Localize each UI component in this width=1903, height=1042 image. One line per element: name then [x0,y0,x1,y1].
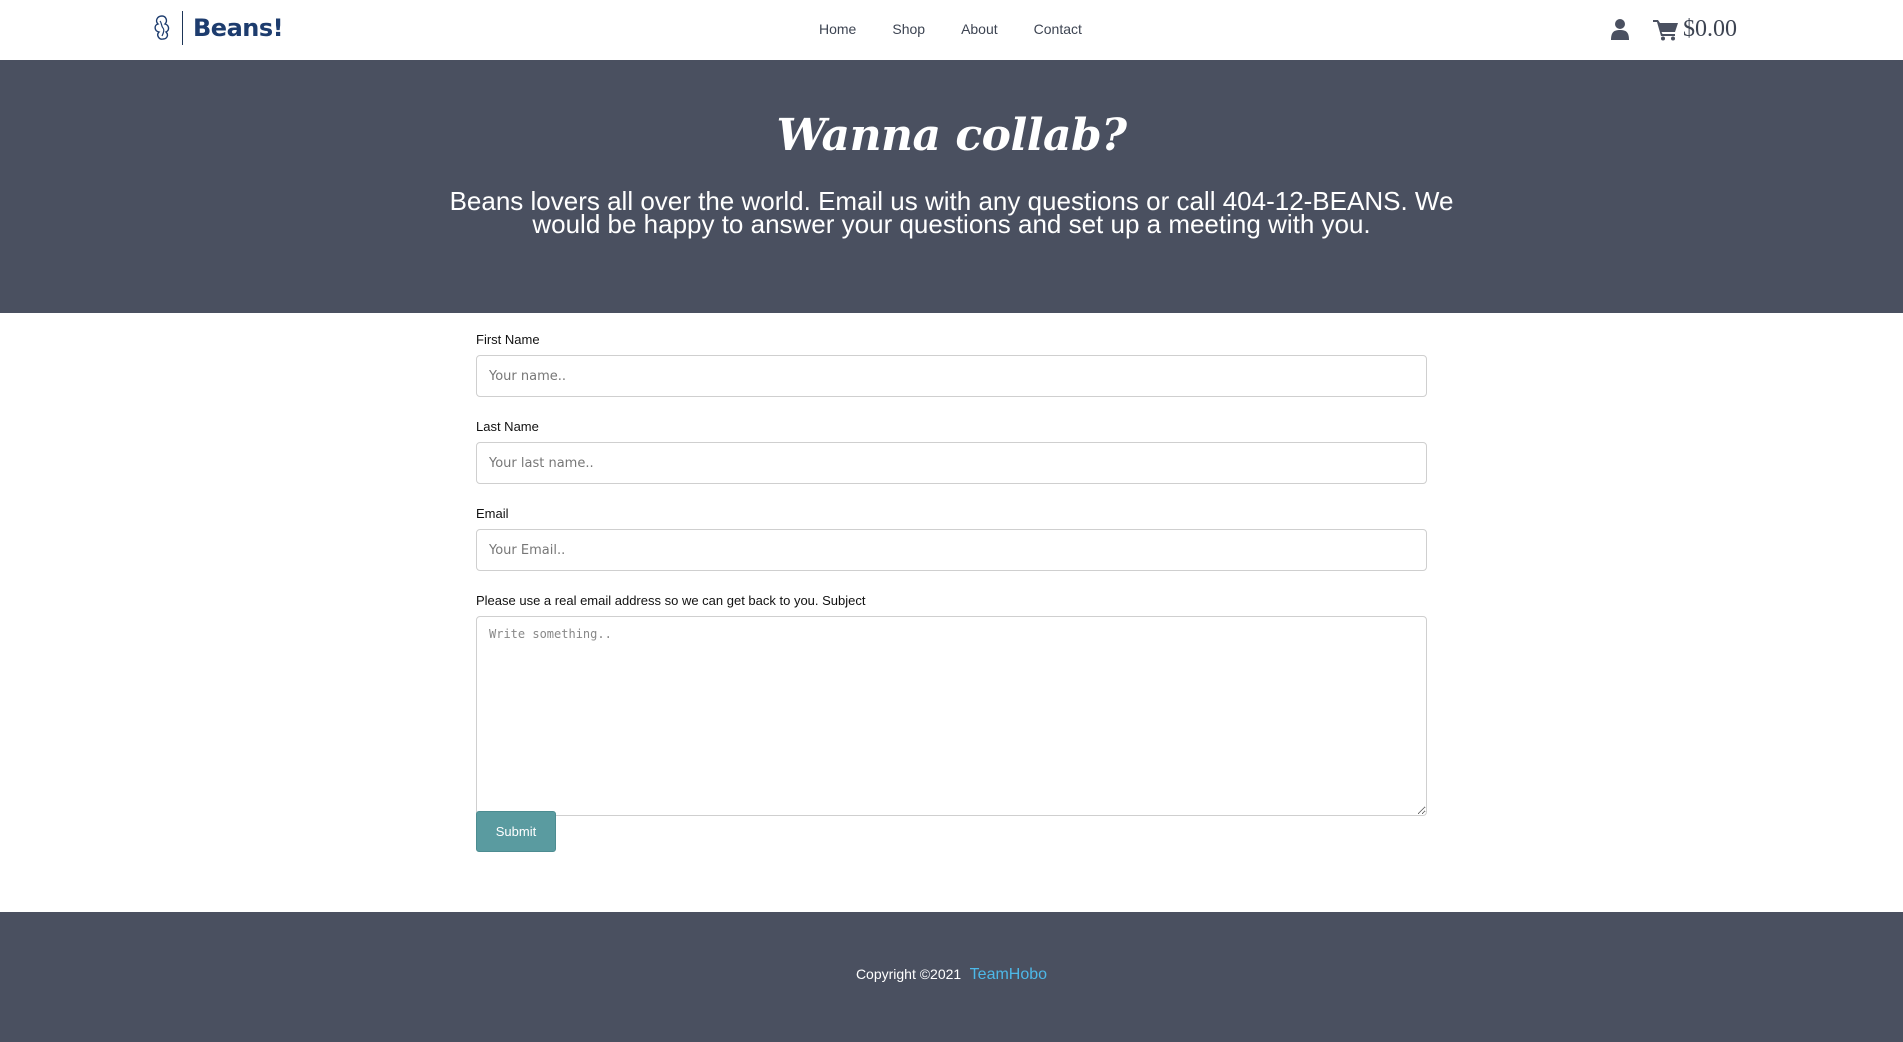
hero-banner: Wanna collab? Beans lovers all over the … [0,60,1903,313]
email-label: Email [476,506,509,521]
submit-button[interactable]: Submit [476,811,556,852]
brand-name: Beans! [193,14,284,42]
last-name-label: Last Name [476,419,539,434]
page-footer: Copyright ©2021 TeamHobo [0,912,1903,1042]
hero-description: Beans lovers all over the world. Email u… [449,186,1454,239]
brand-logo[interactable]: Beans! [150,10,284,46]
nav-shop[interactable]: Shop [892,21,925,37]
user-icon[interactable] [1611,18,1629,40]
nav-about[interactable]: About [961,21,998,37]
logo-divider [182,11,183,45]
cart-button[interactable]: $0.00 [1653,16,1737,43]
last-name-input[interactable] [476,442,1427,484]
top-navbar: Beans! Home Shop About Contact $0.00 [0,0,1903,60]
subject-textarea[interactable] [476,616,1427,816]
subject-label: Please use a real email address so we ca… [476,593,866,608]
nav-home[interactable]: Home [819,21,856,37]
contact-form: First Name Last Name Email Please use a … [476,332,1427,816]
first-name-input[interactable] [476,355,1427,397]
logo-mark-icon [154,15,170,40]
nav-contact[interactable]: Contact [1034,21,1082,37]
cart-icon [1653,19,1678,40]
copyright-text: Copyright ©2021 [855,966,962,982]
cart-total: $0.00 [1683,16,1737,42]
email-input[interactable] [476,529,1427,571]
main-nav: Home Shop About Contact [819,21,1082,37]
team-link[interactable]: TeamHobo [970,966,1047,983]
footer-line: Copyright ©2021 TeamHobo [0,966,1903,984]
first-name-label: First Name [476,332,540,347]
hero-title: Wanna collab? [776,110,1127,161]
